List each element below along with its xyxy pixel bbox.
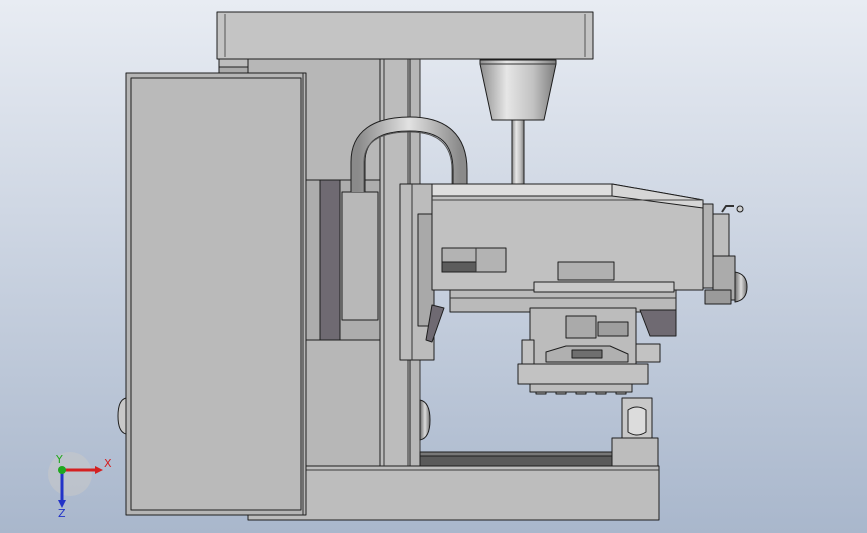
cad-viewport[interactable]: X Y Z: [0, 0, 867, 533]
y-axis-point: [58, 466, 66, 474]
spindle-tool: [511, 119, 525, 185]
z-axis-label: Z: [58, 507, 66, 520]
machine-base: [247, 465, 660, 521]
vise-base: [517, 363, 649, 385]
spindle-housing: [479, 59, 557, 121]
y-axis-label: Y: [55, 453, 63, 466]
x-axis-label: X: [104, 457, 112, 470]
overarm-ram: [216, 11, 594, 60]
cad-canvas: X Y Z: [0, 0, 867, 533]
